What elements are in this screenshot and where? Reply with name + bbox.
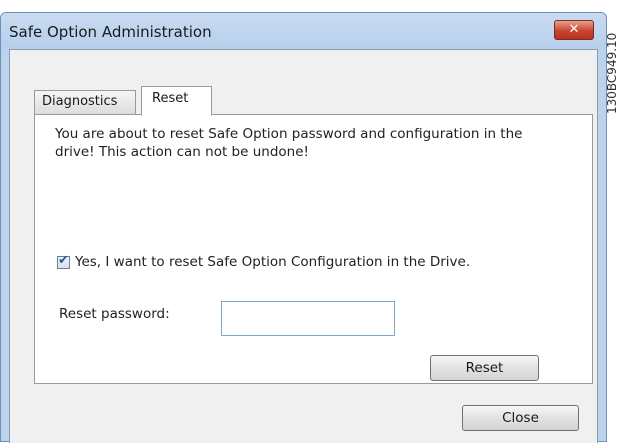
- tab-diagnostics[interactable]: Diagnostics: [34, 90, 136, 114]
- reset-warning-text: You are about to reset Safe Option passw…: [55, 126, 523, 160]
- confirm-reset-label[interactable]: Yes, I want to reset Safe Option Configu…: [75, 253, 545, 271]
- close-icon: ✕: [568, 22, 580, 37]
- tab-reset[interactable]: Reset: [141, 86, 212, 116]
- reset-tab-panel: You are about to reset Safe Option passw…: [34, 114, 593, 384]
- checkmark-icon: ✔: [58, 253, 69, 268]
- reset-password-label: Reset password:: [59, 306, 170, 322]
- figure-reference-code: 130BC949.10: [605, 32, 619, 114]
- reset-password-field[interactable]: [221, 301, 395, 336]
- confirm-reset-checkbox[interactable]: ✔: [57, 253, 70, 269]
- dialog-client-area: Diagnostics Reset You are about to reset…: [9, 49, 598, 443]
- tab-diagnostics-label: Diagnostics: [42, 94, 118, 109]
- close-button[interactable]: Close: [462, 405, 579, 431]
- title-bar[interactable]: Safe Option Administration ✕: [1, 13, 606, 49]
- tab-reset-label: Reset: [152, 91, 189, 106]
- window-title: Safe Option Administration: [9, 23, 212, 41]
- reset-button[interactable]: Reset: [430, 355, 539, 381]
- dialog-window: Safe Option Administration ✕ Diagnostics…: [0, 12, 607, 443]
- window-close-button[interactable]: ✕: [554, 20, 594, 40]
